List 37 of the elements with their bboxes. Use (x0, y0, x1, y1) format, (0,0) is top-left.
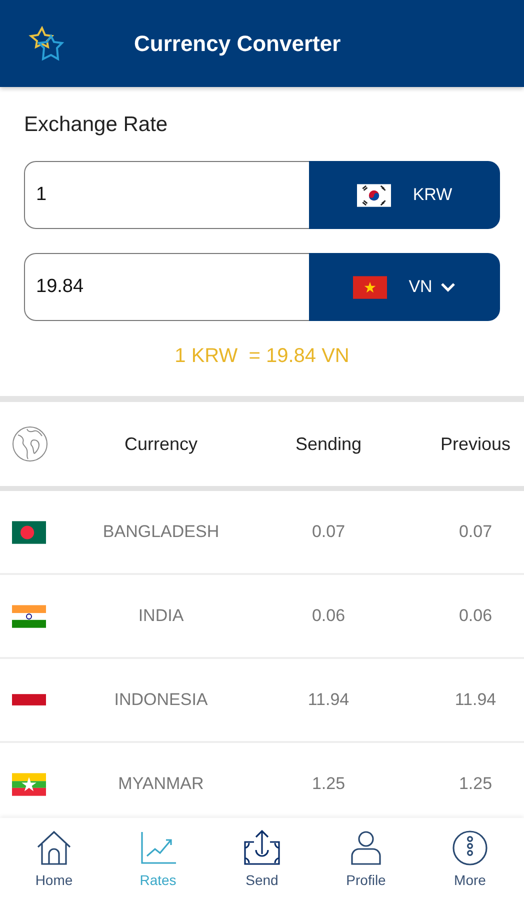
flag-icon (12, 604, 46, 628)
amount-field[interactable]: 1 (24, 161, 309, 229)
upload-icon (242, 830, 282, 866)
column-header: Previous (439, 434, 512, 454)
previous-rate: 11.94 (454, 690, 498, 710)
globe-icon (12, 426, 48, 462)
previous-rate: 0.06 (458, 606, 494, 626)
flag-icon (12, 694, 46, 706)
section-title: Exchange Rate (24, 113, 169, 137)
more-icon (450, 830, 490, 866)
star-logo-icon (28, 26, 66, 62)
column-header: Sending (294, 434, 363, 454)
chart-icon (138, 830, 178, 866)
country-name: MYANMAR (117, 774, 205, 794)
sending-rate: 0.07 (310, 522, 346, 542)
nav-tab[interactable]: Send (217, 830, 307, 888)
country-name: INDIA (137, 606, 185, 626)
sending-rate: 1.25 (310, 774, 346, 794)
previous-rate: 0.07 (458, 522, 494, 542)
flag-icon (12, 520, 46, 544)
flag-icon (356, 184, 391, 206)
country-name: BANGLADESH (102, 522, 220, 542)
currency-button[interactable]: KRW (309, 161, 500, 229)
amount-field[interactable]: 19.84 (24, 253, 309, 321)
country-name: INDONESIA (113, 690, 209, 710)
nav-tab[interactable]: More (425, 830, 515, 888)
sending-rate: 11.94 (306, 690, 350, 710)
flag-icon (12, 772, 46, 796)
sending-rate: 0.06 (310, 606, 346, 626)
previous-rate: 1.25 (458, 774, 494, 794)
nav-tab[interactable]: Profile (321, 830, 411, 888)
screen-title: Currency Converter (134, 30, 341, 56)
flag-icon (352, 276, 387, 298)
column-header: Currency (123, 434, 199, 454)
nav-tab[interactable]: Home (9, 830, 99, 888)
conversion-result: 1 KRW = 19.84 VN (174, 345, 350, 369)
currency-button[interactable]: VN (309, 253, 500, 321)
